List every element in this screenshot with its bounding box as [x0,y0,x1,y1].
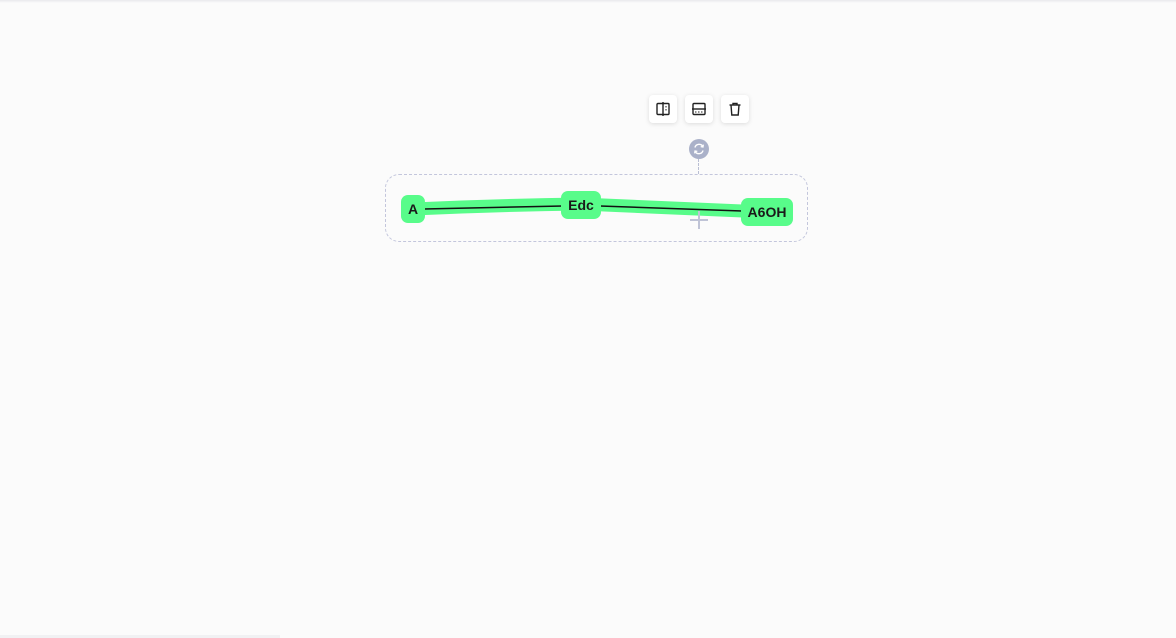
node-a[interactable]: A [401,195,425,223]
move-crosshair-icon[interactable] [690,211,708,229]
diagram-edges [406,197,774,219]
canvas[interactable]: A Edc A6OH [0,0,1176,638]
node-edc[interactable]: Edc [561,191,601,219]
node-a6oh[interactable]: A6OH [741,198,793,226]
